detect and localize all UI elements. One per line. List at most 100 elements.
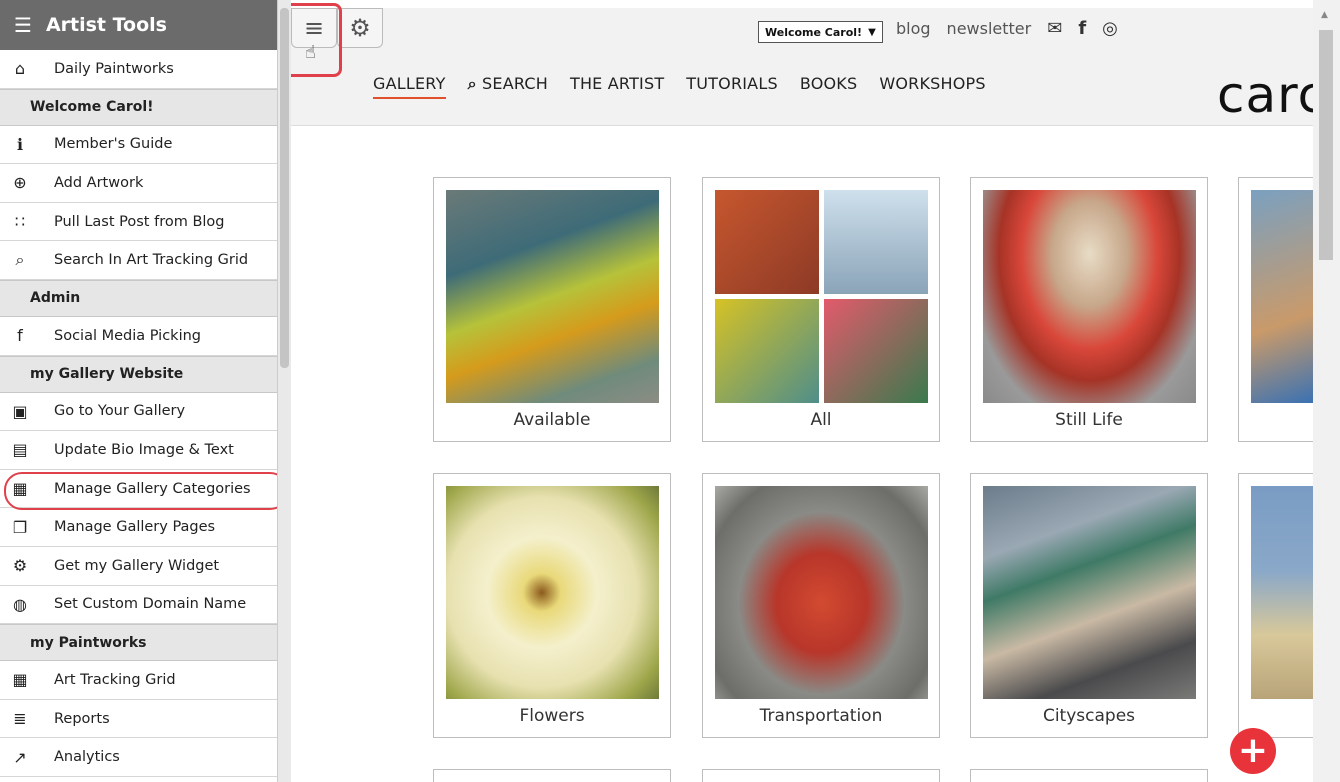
nav-search-label: SEARCH — [482, 74, 548, 93]
sidebar-item-daily-paintworks[interactable]: ⌂ Daily Paintworks — [0, 50, 277, 89]
facebook-icon[interactable]: f — [1078, 18, 1086, 39]
sidebar-scrollbar[interactable] — [278, 0, 291, 782]
menu-icon[interactable]: ☰ — [14, 13, 32, 37]
sidebar-item-manage-gallery-pages[interactable]: ❐ Manage Gallery Pages — [0, 508, 277, 547]
sidebar-item-label: Art Tracking Grid — [54, 671, 176, 688]
id-card-icon: ▤ — [12, 440, 28, 460]
home-icon: ⌂ — [14, 59, 26, 79]
site-logo[interactable]: carc — [1217, 66, 1326, 124]
table-icon: ▦ — [12, 670, 28, 690]
settings-button[interactable]: ⚙ — [337, 8, 383, 48]
category-card-available[interactable]: Available — [433, 177, 671, 442]
category-card-cityscapes[interactable]: Cityscapes — [970, 473, 1208, 738]
hand-cursor-icon: ☝ — [305, 42, 316, 63]
caret-down-icon: ▼ — [868, 26, 876, 38]
sidebar-item-label: Daily Paintworks — [54, 60, 174, 77]
category-label: All — [810, 410, 832, 430]
category-image — [983, 486, 1196, 699]
plus-circle-icon: ⊕ — [13, 173, 27, 193]
top-links: blog newsletter ✉ f ◎ — [896, 18, 1118, 39]
sidebar-section-header: my Gallery Website — [0, 355, 277, 393]
sidebar-item-manage-gallery-categories[interactable]: ▦ Manage Gallery Categories — [0, 470, 277, 510]
database-icon: ≣ — [13, 709, 27, 729]
search-icon: ⌕ — [15, 250, 25, 270]
welcome-select[interactable]: Welcome Carol! ▼ — [758, 21, 883, 43]
sidebar-item-label: Analytics — [54, 749, 120, 766]
sidebar-section-header: my Paintworks — [0, 624, 277, 662]
sidebar-section-header: Welcome Carol! — [0, 88, 277, 126]
sidebar-item-label: Set Custom Domain Name — [54, 596, 247, 613]
category-card-row3[interactable] — [970, 769, 1208, 782]
sidebar-item-label: Pull Last Post from Blog — [54, 213, 225, 230]
gallery-preview: ≡ ⚙ ☝ Welcome Carol! ▼ blog newsletter ✉… — [291, 0, 1340, 782]
sidebar-item-search-in-art-tracking-grid[interactable]: ⌕ Search In Art Tracking Grid — [0, 241, 277, 280]
sidebar-section-header: Admin — [0, 279, 277, 317]
artist-tools-sidebar: ☰ Artist Tools ⌂ Daily Paintworks Welcome … — [0, 0, 278, 782]
category-label: Transportation — [759, 706, 883, 726]
sidebar-item-label: Manage Gallery Categories — [54, 480, 251, 497]
image-icon: ▣ — [12, 401, 28, 421]
category-image — [446, 190, 659, 403]
category-image — [983, 190, 1196, 403]
sidebar-list: ⌂ Daily Paintworks Welcome Carol! ℹ Member's… — [0, 50, 277, 777]
nav-books[interactable]: BOOKS — [800, 74, 858, 99]
sidebar-item-reports[interactable]: ≣ Reports — [0, 700, 277, 739]
sidebar-item-label: Add Artwork — [54, 174, 144, 191]
facebook-icon: f — [17, 326, 23, 346]
envelope-icon[interactable]: ✉ — [1047, 18, 1062, 39]
sidebar-item-label: Go to Your Gallery — [54, 403, 186, 420]
category-label: Cityscapes — [1042, 706, 1136, 726]
category-label: Available — [513, 410, 591, 430]
gear-icon: ⚙ — [12, 556, 28, 576]
category-card-flowers[interactable]: Flowers — [433, 473, 671, 738]
sidebar-item-go-to-your-gallery[interactable]: ▣ Go to Your Gallery — [0, 393, 277, 432]
sidebar-header[interactable]: ☰ Artist Tools — [0, 0, 277, 50]
sidebar-item-member-s-guide[interactable]: ℹ Member's Guide — [0, 126, 277, 165]
main-scroll-thumb[interactable] — [1319, 30, 1333, 260]
sidebar-item-social-media-picking[interactable]: f Social Media Picking — [0, 317, 277, 356]
sidebar-item-set-custom-domain-name[interactable]: ◍ Set Custom Domain Name — [0, 586, 277, 625]
category-card-row3[interactable] — [702, 769, 940, 782]
globe-icon: ◍ — [13, 594, 27, 614]
info-icon: ℹ — [16, 134, 24, 154]
sidebar-scroll-thumb[interactable] — [280, 8, 289, 368]
nav-workshops[interactable]: WORKSHOPS — [879, 74, 985, 99]
sidebar-item-label: Social Media Picking — [54, 327, 202, 344]
hamburger-icon: ≡ — [303, 14, 325, 42]
scroll-up-icon[interactable]: ▲ — [1321, 10, 1328, 20]
sidebar-item-label: Reports — [54, 710, 110, 727]
search-icon: ⌕ — [467, 74, 477, 93]
pages-icon: ❐ — [12, 517, 28, 537]
site-header: ≡ ⚙ ☝ Welcome Carol! ▼ blog newsletter ✉… — [291, 3, 1325, 126]
sidebar-item-add-artwork[interactable]: ⊕ Add Artwork — [0, 164, 277, 203]
sidebar-item-analytics[interactable]: ↗ Analytics — [0, 738, 277, 777]
add-fab-button[interactable]: + — [1230, 728, 1276, 774]
sidebar-item-label: Manage Gallery Pages — [54, 519, 216, 536]
category-card-all[interactable]: All — [702, 177, 940, 442]
newsletter-link[interactable]: newsletter — [947, 19, 1032, 38]
category-image — [715, 486, 928, 699]
chart-icon: ↗ — [13, 747, 27, 767]
sidebar-item-label: Member's Guide — [54, 136, 173, 153]
category-image — [715, 190, 928, 403]
sidebar-item-pull-last-post-from-blog[interactable]: ∷ Pull Last Post from Blog — [0, 203, 277, 242]
main-scrollbar[interactable]: ▲ — [1313, 0, 1340, 782]
blog-link[interactable]: blog — [896, 19, 931, 38]
sidebar-item-update-bio-image-text[interactable]: ▤ Update Bio Image & Text — [0, 431, 277, 470]
category-label: Still Life — [1055, 410, 1123, 430]
category-card-still-life[interactable]: Still Life — [970, 177, 1208, 442]
welcome-select-value: Welcome Carol! — [765, 25, 863, 39]
category-card-transportation[interactable]: Transportation — [702, 473, 940, 738]
category-card-row3[interactable] — [433, 769, 671, 782]
nav-tutorials[interactable]: TUTORIALS — [686, 74, 778, 99]
sidebar-item-label: Search In Art Tracking Grid — [54, 252, 249, 269]
instagram-icon[interactable]: ◎ — [1102, 18, 1118, 39]
nav-the-artist[interactable]: THE ARTIST — [570, 74, 664, 99]
nav-search[interactable]: ⌕ SEARCH — [468, 74, 548, 99]
sidebar-item-art-tracking-grid[interactable]: ▦ Art Tracking Grid — [0, 661, 277, 700]
sidebar-item-label: Update Bio Image & Text — [54, 441, 234, 458]
sidebar-item-get-my-gallery-widget[interactable]: ⚙ Get my Gallery Widget — [0, 547, 277, 586]
site-nav: GALLERY ⌕ SEARCH THE ARTIST TUTORIALS BO… — [373, 74, 986, 99]
nav-gallery[interactable]: GALLERY — [373, 74, 446, 99]
category-image — [446, 486, 659, 699]
